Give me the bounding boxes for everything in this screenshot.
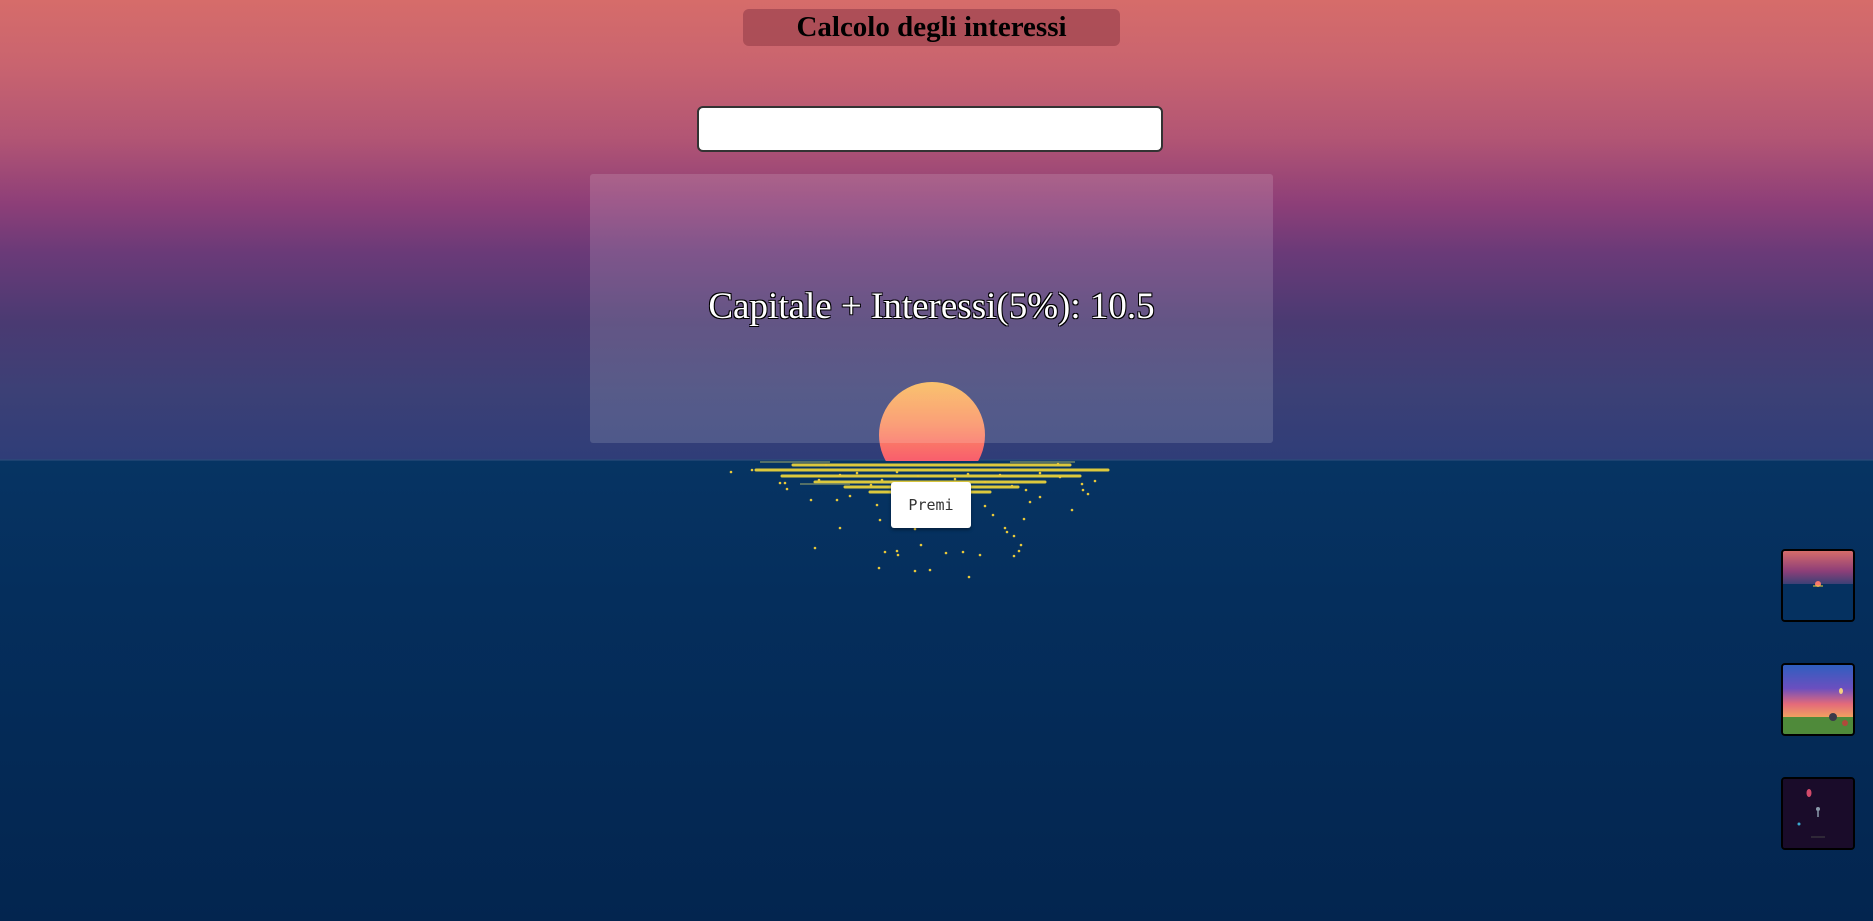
- sea-background: [0, 460, 1873, 921]
- result-text: Capitale + Interessi(5%): 10.5: [708, 286, 1155, 327]
- meadow-sunset-thumbnail-icon[interactable]: [1781, 663, 1855, 736]
- sunset-sea-thumbnail-icon[interactable]: [1781, 549, 1855, 622]
- result-panel: Capitale + Interessi(5%): 10.5: [590, 174, 1273, 443]
- capital-input[interactable]: [697, 106, 1163, 152]
- night-space-thumbnail-icon[interactable]: [1781, 777, 1855, 850]
- title-banner: Calcolo degli interessi: [743, 9, 1120, 46]
- page-title: Calcolo degli interessi: [796, 11, 1067, 43]
- premi-button[interactable]: Premi: [891, 482, 971, 528]
